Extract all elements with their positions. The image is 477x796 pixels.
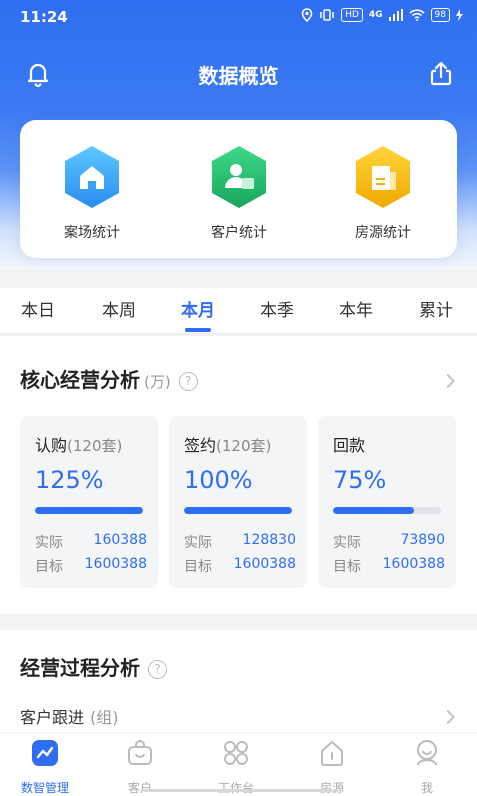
- property-stats-entry[interactable]: 房源统计: [323, 144, 443, 242]
- metric-target-row: 目标 1600388: [333, 556, 445, 575]
- metric-progress-fill: [184, 507, 292, 514]
- metric-card-subscribe[interactable]: 认购(120套) 125% 实际 160388 目标 1600388: [20, 416, 158, 588]
- help-icon[interactable]: ?: [178, 372, 198, 391]
- metric-percent: 125%: [35, 466, 104, 494]
- metric-name: 回款: [333, 436, 366, 455]
- metric-target-row: 目标 1600388: [35, 556, 147, 575]
- process-analysis-section: 经营过程分析? 客户跟进 (组): [0, 630, 477, 732]
- signal-icon: [388, 9, 403, 21]
- tab-today[interactable]: 本日: [21, 296, 55, 321]
- me-icon: [417, 740, 437, 766]
- followup-unit: (组): [90, 708, 119, 727]
- battery-icon: 98: [430, 8, 450, 22]
- customer-icon: [128, 740, 152, 765]
- metric-name: 认购(120套): [35, 436, 123, 455]
- house-icon: [65, 146, 119, 208]
- network-label: 4G: [368, 10, 383, 20]
- status-bar: 11:24 HD 4G 98: [0, 0, 477, 34]
- tabbar-label: 数智管理: [20, 781, 69, 795]
- metric-name: 签约(120套): [184, 436, 272, 455]
- tabbar-label: 工作台: [217, 781, 254, 795]
- process-analysis-title: 经营过程分析?: [20, 652, 167, 681]
- house-icon: [321, 741, 343, 766]
- tabbar-item-workbench[interactable]: 工作台: [196, 739, 276, 796]
- case-stats-entry[interactable]: 案场统计: [32, 144, 152, 242]
- hd-badge: HD: [341, 8, 363, 22]
- metric-target-row: 目标 1600388: [184, 556, 296, 575]
- metric-actual-row: 实际 128830: [184, 532, 296, 551]
- vibrate-icon: [320, 9, 334, 21]
- building-icon: [356, 146, 410, 208]
- tabbar-item-me[interactable]: 我: [387, 739, 467, 796]
- process-analysis-heading: 经营过程分析: [20, 656, 140, 680]
- tab-week[interactable]: 本周: [102, 296, 136, 321]
- tab-year[interactable]: 本年: [339, 296, 373, 321]
- tabbar-label: 我: [420, 781, 433, 795]
- bottom-tab-bar: 数智管理 客户 工作台 房源 我: [0, 732, 477, 796]
- tabbar-item-dashboard[interactable]: 数智管理: [5, 739, 85, 796]
- tabbar-item-customer[interactable]: 客户: [100, 739, 180, 796]
- home-indicator: [143, 789, 333, 792]
- wifi-icon: [408, 9, 425, 21]
- user-card-icon: [212, 146, 266, 208]
- period-tabs: 本日 本周 本月 本季 本年 累计: [0, 288, 477, 334]
- share-icon[interactable]: [427, 60, 455, 88]
- metric-actual-row: 实际 73890: [333, 532, 445, 551]
- metric-percent: 100%: [184, 466, 253, 494]
- case-stats-label: 案场统计: [64, 225, 120, 241]
- active-tab-indicator: [185, 328, 211, 332]
- page-title: 数据概览: [198, 64, 279, 88]
- property-stats-label: 房源统计: [355, 225, 411, 241]
- tabbar-label: 房源: [319, 781, 344, 795]
- core-unit: (万): [144, 373, 171, 391]
- tabbar-item-property[interactable]: 房源: [292, 739, 372, 796]
- metric-progress-fill: [333, 507, 414, 514]
- metric-card-payment[interactable]: 回款 75% 实际 73890 目标 1600388: [318, 416, 456, 588]
- metric-progress-fill: [35, 507, 143, 514]
- metric-progress-bar: [184, 507, 292, 514]
- page-header: 数据概览: [0, 50, 477, 98]
- tab-quarter[interactable]: 本季: [260, 296, 294, 321]
- customer-stats-entry[interactable]: 客户统计: [179, 144, 299, 242]
- customer-stats-label: 客户统计: [211, 225, 267, 241]
- charging-icon: [456, 9, 463, 21]
- metric-percent: 75%: [333, 466, 387, 494]
- tab-total[interactable]: 累计: [419, 296, 453, 321]
- quick-entry-card: 案场统计 客户统计 房源统计: [20, 120, 457, 258]
- workbench-icon: [224, 741, 248, 765]
- metric-actual-row: 实际 160388: [35, 532, 147, 551]
- help-icon[interactable]: ?: [148, 660, 167, 679]
- location-icon: [301, 8, 313, 22]
- core-analysis-title: 核心经营分析 (万)?: [20, 364, 198, 393]
- chart-icon: [32, 740, 58, 766]
- chevron-right-icon[interactable]: [440, 373, 456, 389]
- core-analysis-heading: 核心经营分析: [20, 368, 140, 392]
- status-icons: HD 4G 98: [301, 8, 463, 22]
- customer-followup-row[interactable]: 客户跟进 (组): [20, 704, 119, 728]
- followup-label: 客户跟进: [20, 708, 85, 727]
- metric-progress-bar: [333, 507, 441, 514]
- metric-progress-bar: [35, 507, 143, 514]
- tabbar-label: 客户: [127, 781, 152, 795]
- tab-month[interactable]: 本月: [181, 296, 215, 321]
- chevron-right-icon[interactable]: [440, 709, 456, 725]
- status-time: 11:24: [20, 8, 68, 26]
- metric-card-contract[interactable]: 签约(120套) 100% 实际 128830 目标 1600388: [169, 416, 307, 588]
